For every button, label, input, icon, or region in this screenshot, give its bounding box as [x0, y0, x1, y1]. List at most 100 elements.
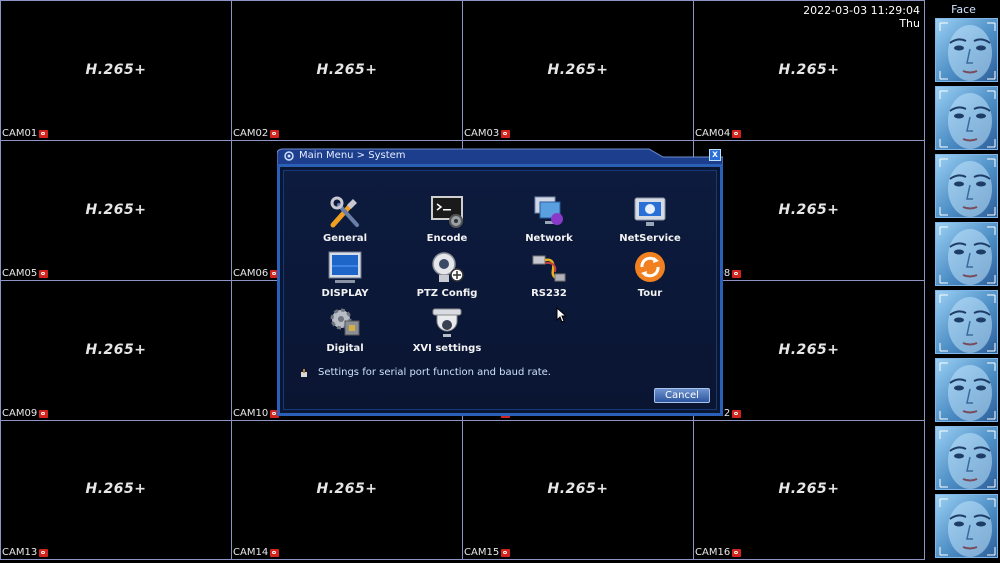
camera-tile[interactable]: H.265+ CAM03: [462, 0, 694, 141]
record-icon: [39, 129, 49, 138]
menu-item-encode[interactable]: Encode: [397, 195, 497, 247]
camera-name: CAM14: [233, 547, 269, 558]
record-icon: [732, 269, 742, 278]
camera-label: CAM05: [2, 268, 49, 279]
dialog-body: General Encode Network NetService DISPLAY PTZ…: [277, 164, 723, 416]
camera-tile[interactable]: H.265+ CAM01: [0, 0, 232, 141]
menu-item-ptz-config[interactable]: PTZ Config: [397, 250, 497, 302]
camera-name: CAM05: [2, 268, 38, 279]
record-icon: [732, 409, 742, 418]
menu-item-label: PTZ Config: [416, 288, 478, 299]
menu-item-label: NetService: [619, 233, 681, 244]
menu-item-rs232[interactable]: RS232: [499, 250, 599, 302]
serial-cable-icon: [532, 255, 566, 282]
menu-item-label: Tour: [637, 288, 663, 299]
camera-tile[interactable]: H.265+ CAM13: [0, 420, 232, 560]
camera-tile[interactable]: H.265+CAM12: [693, 280, 925, 421]
record-icon: [39, 269, 49, 278]
camera-name: CAM09: [2, 408, 38, 419]
cancel-button[interactable]: Cancel: [654, 388, 710, 403]
face-panel-title: Face: [951, 3, 976, 16]
menu-item-label: DISPLAY: [321, 288, 369, 299]
hint-row: Settings for serial port function and ba…: [300, 367, 551, 378]
codec-label: H.265+: [547, 61, 609, 78]
camera-name: CAM02: [233, 128, 269, 139]
face-panel: Face: [927, 0, 1000, 563]
menu-item-label: General: [323, 233, 367, 244]
face-thumbnail[interactable]: [935, 154, 998, 218]
face-thumbnail[interactable]: [935, 358, 998, 422]
camera-label: CAM10: [233, 408, 280, 419]
face-scan-icon: [939, 362, 996, 421]
face-thumbnail[interactable]: [935, 494, 998, 558]
face-thumbnail[interactable]: [935, 86, 998, 150]
menu-item-general[interactable]: General: [295, 195, 395, 247]
menu-item-label: Network: [525, 233, 573, 244]
face-scan-icon: [939, 90, 996, 149]
face-thumbnail[interactable]: [935, 18, 998, 82]
camera-tile[interactable]: H.265+CAM08: [693, 140, 925, 281]
codec-label: H.265+: [778, 481, 840, 498]
camera-tile[interactable]: H.265+ CAM02: [231, 0, 463, 141]
record-icon: [39, 548, 49, 557]
codec-label: H.265+: [85, 341, 147, 358]
menu-item-label: RS232: [531, 288, 567, 299]
codec-label: H.265+: [778, 201, 840, 218]
codec-label: H.265+: [316, 61, 378, 78]
camera-label: CAM09: [2, 408, 49, 419]
camera-label: CAM13: [2, 547, 49, 558]
camera-name: CAM10: [233, 408, 269, 419]
main-menu-dialog: Main Menu > System x General Encode Networ…: [277, 148, 723, 416]
camera-label: CAM03: [464, 128, 511, 139]
digital-icon: [330, 308, 360, 336]
record-icon: [501, 548, 511, 557]
camera-label: CAM02: [233, 128, 280, 139]
record-icon: [732, 548, 742, 557]
menu-item-xvi-settings[interactable]: XVI settings: [397, 305, 497, 357]
menu-item-label: XVI settings: [412, 343, 482, 354]
codec-label: H.265+: [547, 481, 609, 498]
menu-item-network[interactable]: Network: [499, 195, 599, 247]
network-icon: [534, 196, 563, 225]
menu-item-netservice[interactable]: NetService: [600, 195, 700, 247]
face-scan-icon: [939, 22, 996, 81]
close-button[interactable]: x: [709, 149, 721, 161]
camera-name: CAM01: [2, 128, 38, 139]
dialog-content: General Encode Network NetService DISPLAY PTZ…: [283, 170, 717, 410]
display-icon: [328, 251, 362, 283]
codec-label: H.265+: [778, 341, 840, 358]
dome-camera-icon: [432, 308, 462, 337]
camera-label: CAM15: [464, 547, 511, 558]
codec-label: H.265+: [85, 201, 147, 218]
camera-tile[interactable]: H.265+ CAM14: [231, 420, 463, 560]
camera-label: CAM06: [233, 268, 280, 279]
mouse-cursor-icon: [556, 307, 566, 323]
camera-tile[interactable]: H.265+ CAM16: [693, 420, 925, 560]
record-icon: [501, 129, 511, 138]
menu-item-digital[interactable]: Digital: [295, 305, 395, 357]
datetime-display: 2022-03-03 11:29:04 Thu: [803, 4, 920, 30]
camera-tile[interactable]: H.265+ CAM15: [462, 420, 694, 560]
face-scan-icon: [939, 430, 996, 489]
menu-item-display[interactable]: DISPLAY: [295, 250, 395, 302]
tour-icon: [635, 252, 665, 282]
camera-name: CAM16: [695, 547, 731, 558]
face-thumbnail[interactable]: [935, 426, 998, 490]
menu-item-label: Digital: [326, 343, 364, 354]
hint-text: Settings for serial port function and ba…: [318, 367, 551, 378]
codec-label: H.265+: [85, 61, 147, 78]
netservice-icon: [634, 197, 666, 226]
menu-item-tour[interactable]: Tour: [600, 250, 700, 302]
camera-name: CAM03: [464, 128, 500, 139]
record-icon: [39, 409, 49, 418]
record-icon: [270, 548, 280, 557]
dialog-title: Main Menu > System: [299, 150, 406, 161]
menu-item-label: Encode: [426, 233, 468, 244]
camera-tile[interactable]: H.265+ CAM09: [0, 280, 232, 421]
face-scan-icon: [939, 158, 996, 217]
camera-label: CAM16: [695, 547, 742, 558]
camera-tile[interactable]: H.265+ CAM05: [0, 140, 232, 281]
face-thumbnail[interactable]: [935, 290, 998, 354]
camera-label: CAM04: [695, 128, 742, 139]
face-thumbnail[interactable]: [935, 222, 998, 286]
